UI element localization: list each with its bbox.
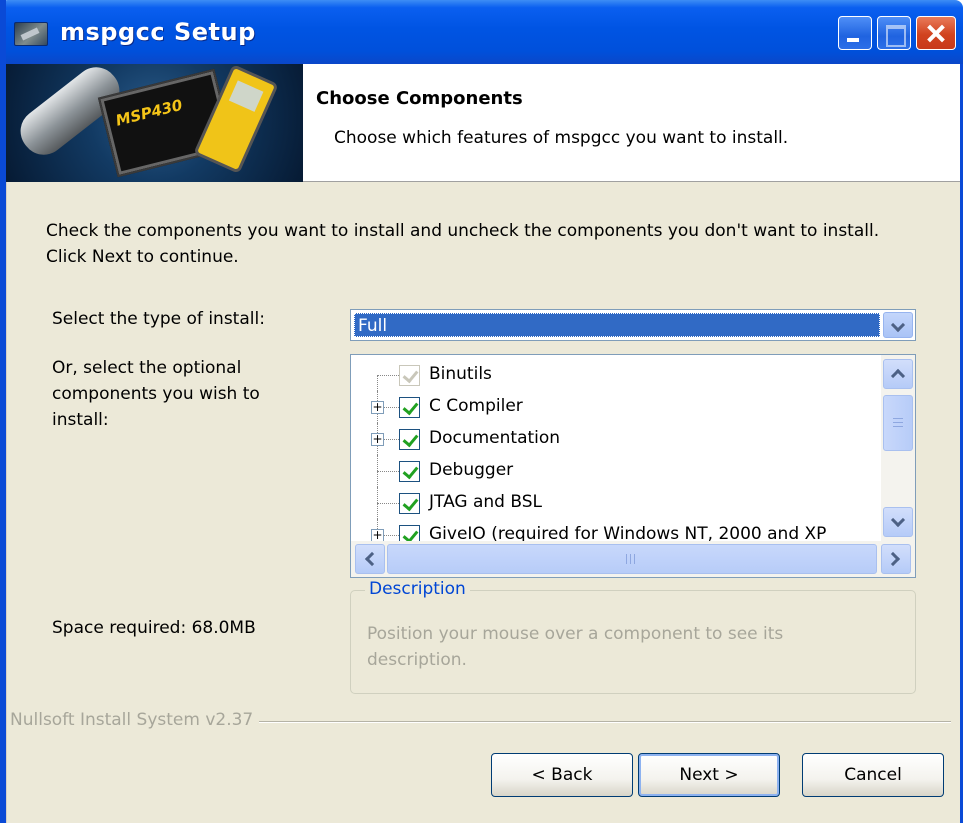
tree-item-label: Documentation [429, 428, 561, 448]
chevron-up-icon [890, 368, 906, 384]
installer-app-icon [14, 22, 48, 46]
components-label: Or, select the optional components you w… [52, 358, 260, 430]
instruction-text: Check the components you want to install… [46, 221, 880, 267]
checkbox-debugger[interactable] [399, 461, 420, 482]
components-tree[interactable]: Binutils + C Compiler + Documentation De… [350, 354, 916, 578]
next-button[interactable]: Next > [638, 753, 780, 797]
expand-plus-icon[interactable]: + [371, 401, 384, 414]
chip-label: MSP430 [113, 95, 185, 130]
window-title: mspgcc Setup [60, 18, 256, 46]
title-bar[interactable]: mspgcc Setup [0, 0, 963, 64]
page-header: MSP430 Choose Components Choose which fe… [6, 64, 963, 182]
chevron-down-icon [890, 512, 906, 528]
window-frame-left [0, 0, 6, 823]
tree-item-label: JTAG and BSL [429, 492, 542, 512]
chevron-right-icon [885, 551, 901, 567]
horizontal-scroll-thumb[interactable] [387, 544, 877, 574]
tree-item-label: C Compiler [429, 396, 523, 416]
tree-item-documentation[interactable]: + Documentation [351, 423, 881, 455]
branding-text: Nullsoft Install System v2.37 [10, 710, 260, 730]
back-button[interactable]: < Back [491, 753, 633, 797]
vertical-scroll-thumb[interactable] [883, 395, 913, 451]
page-subtitle: Choose which features of mspgcc you want… [334, 128, 789, 148]
checkbox-c-compiler[interactable] [399, 397, 420, 418]
scroll-right-button[interactable] [881, 544, 911, 574]
install-type-dropdown-button[interactable] [883, 312, 913, 338]
tree-item-debugger[interactable]: Debugger [351, 455, 881, 487]
description-groupbox: Description Position your mouse over a c… [350, 579, 916, 694]
description-legend: Description [365, 579, 470, 599]
tree-item-c-compiler[interactable]: + C Compiler [351, 391, 881, 423]
scroll-left-button[interactable] [355, 544, 385, 574]
close-button[interactable] [916, 16, 956, 50]
tree-item-label: Debugger [429, 460, 514, 480]
space-required-label: Space required: 68.0MB [52, 618, 256, 638]
checkbox-documentation[interactable] [399, 429, 420, 450]
chevron-left-icon [364, 551, 380, 567]
install-type-select[interactable]: Full [350, 309, 916, 341]
tree-item-label: Binutils [429, 364, 492, 384]
page-title: Choose Components [316, 88, 523, 109]
description-text: Position your mouse over a component to … [367, 624, 784, 670]
tree-item-jtag-and-bsl[interactable]: JTAG and BSL [351, 487, 881, 519]
install-type-label: Select the type of install: [52, 309, 265, 329]
cancel-button[interactable]: Cancel [802, 753, 944, 797]
header-banner-image: MSP430 [6, 64, 303, 182]
tree-item-binutils[interactable]: Binutils [351, 359, 881, 391]
scroll-down-button[interactable] [883, 507, 913, 537]
scroll-up-button[interactable] [883, 359, 913, 389]
chevron-down-icon [890, 317, 906, 333]
minimize-button[interactable] [838, 16, 872, 50]
maximize-button[interactable] [877, 16, 911, 50]
tree-vertical-scrollbar[interactable] [881, 355, 915, 541]
checkbox-binutils[interactable] [399, 365, 420, 386]
expand-plus-icon[interactable]: + [371, 433, 384, 446]
checkbox-jtag-and-bsl[interactable] [399, 493, 420, 514]
install-type-value[interactable]: Full [354, 313, 880, 337]
tree-horizontal-scrollbar[interactable] [351, 541, 915, 577]
